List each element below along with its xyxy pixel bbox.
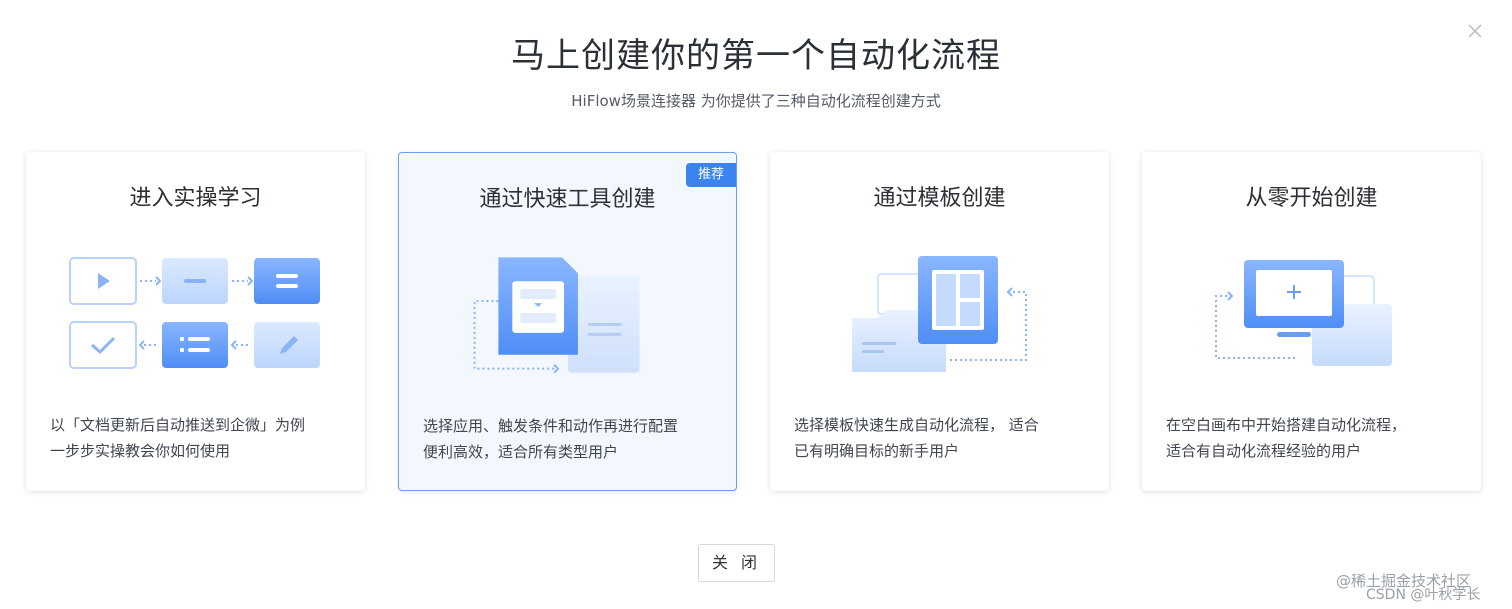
template-illustration (852, 256, 1027, 372)
practice-flow-illustration (69, 257, 320, 369)
card-description: 以「文档更新后自动推送到企微」为例 一步步实操教会你如何使用 (50, 416, 306, 460)
card-quick-tool-create[interactable]: 推荐 通过快速工具创建 选择应用、触发条件和动作再进行配置 便利高效，适合所有类… (398, 152, 737, 491)
card-description: 在空白画布中开始搭建自动化流程， 适合有自动化流程经验的用户 (1166, 416, 1407, 460)
card-title: 进入实操学习 (129, 186, 262, 211)
quick-tool-illustration (473, 257, 640, 374)
blank-canvas-illustration (1215, 260, 1392, 366)
card-description: 选择模板快速生成自动化流程， 适合 已有明确目标的新手用户 (794, 416, 1039, 460)
dialog-subtitle: HiFlow场景连接器 为你提供了三种自动化流程创建方式 (571, 92, 941, 110)
card-title: 从零开始创建 (1245, 186, 1378, 211)
card-description: 选择应用、触发条件和动作再进行配置 便利高效，适合所有类型用户 (423, 417, 679, 461)
card-practice-learning[interactable]: 进入实操学习 以「文档更新后自动推送到企微」为例 一步步实操教会你如何使用 (26, 152, 365, 491)
card-blank-create[interactable]: 从零开始创建 在空白画布中开始搭建自动化流程， 适合有自动化流程经验的用户 (1142, 152, 1481, 491)
csdn-watermark: CSDN @叶秋学长 (1366, 587, 1481, 603)
card-title: 通过模板创建 (873, 186, 1006, 211)
dialog-title: 马上创建你的第一个自动化流程 (511, 36, 1001, 76)
close-button[interactable]: 关 闭 (698, 544, 775, 582)
card-template-create[interactable]: 通过模板创建 选择模板快速生成自动化流程， 适合 已有明确目标的新手用户 (770, 152, 1109, 491)
card-title: 通过快速工具创建 (479, 187, 656, 212)
